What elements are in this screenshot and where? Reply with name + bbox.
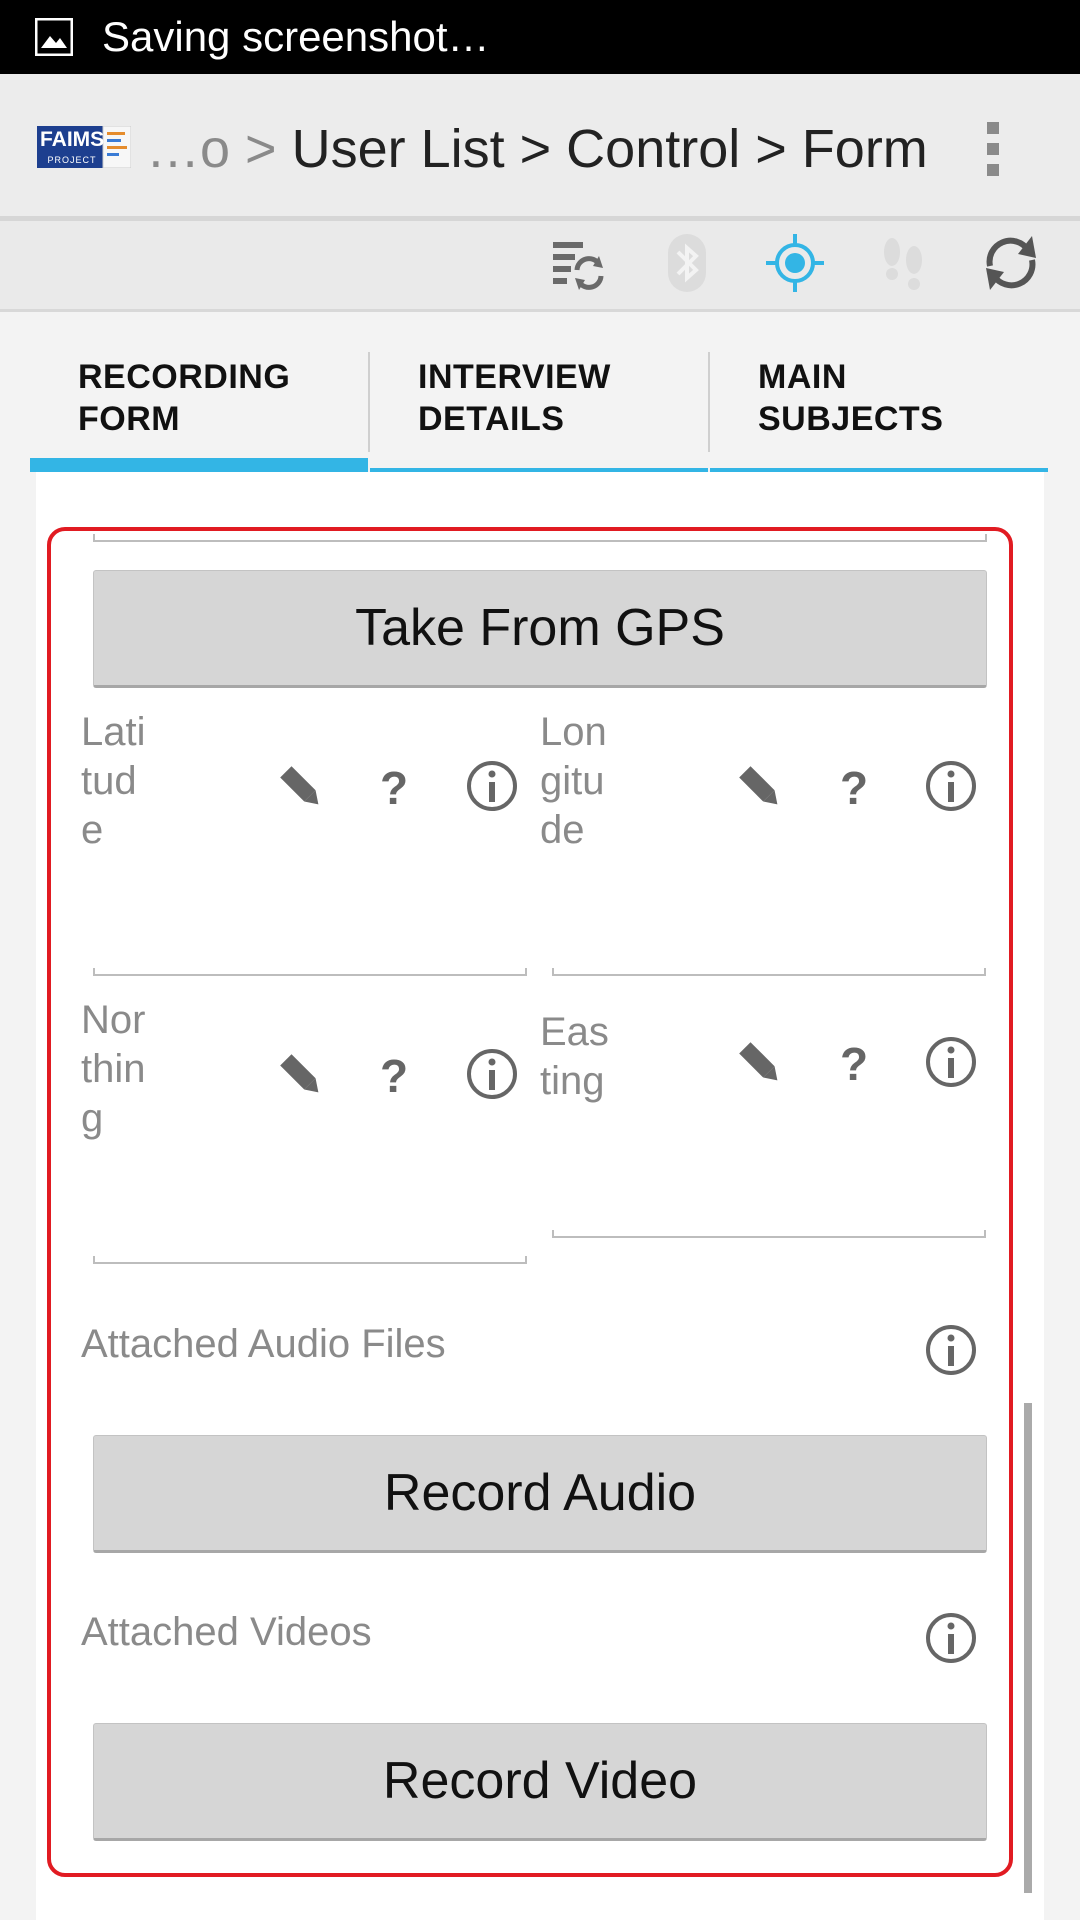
action-bar: FAIMS PROJECT …o > User List > Control >… [0, 74, 1080, 221]
status-toolbar [0, 221, 1080, 312]
logo-text: FAIMS [40, 128, 105, 151]
logo-subtext: PROJECT [47, 155, 97, 165]
tab-label-line: DETAILS [418, 400, 565, 438]
breadcrumb-prefix[interactable]: …o > [146, 119, 277, 179]
bluetooth-icon[interactable] [656, 232, 718, 294]
status-text: Saving screenshot… [102, 13, 490, 60]
footsteps-icon[interactable] [872, 232, 934, 294]
image-icon [35, 18, 73, 56]
tab-label-line: RECORDING [78, 358, 291, 396]
scrollbar[interactable] [1024, 1403, 1032, 1893]
refresh-icon[interactable] [980, 232, 1042, 294]
highlight-box [47, 527, 1013, 1877]
tab-label-line: MAIN [758, 358, 847, 396]
tab-indicator [30, 458, 368, 472]
tab-label: RECORDING FORM [78, 356, 290, 440]
overflow-menu-icon[interactable] [978, 116, 1008, 182]
breadcrumb-path[interactable]: User List > Control > Form [292, 119, 928, 179]
tab-interview-details[interactable]: INTERVIEW DETAILS [368, 312, 708, 472]
tab-label-line: SUBJECTS [758, 400, 944, 438]
tab-divider [368, 352, 370, 452]
tab-label: INTERVIEW DETAILS [418, 356, 611, 440]
sync-settings-icon[interactable] [547, 232, 609, 294]
tab-divider [708, 352, 710, 452]
tab-main-subjects[interactable]: MAIN SUBJECTS [708, 312, 1048, 472]
status-bar: Saving screenshot… [0, 0, 1080, 74]
tab-label-line: INTERVIEW [418, 358, 611, 396]
tab-label-line: FORM [78, 400, 181, 438]
tab-bar: RECORDING FORM INTERVIEW DETAILS MAIN SU… [30, 312, 1050, 472]
tab-recording-form[interactable]: RECORDING FORM [30, 312, 368, 472]
gps-icon[interactable] [764, 232, 826, 294]
breadcrumb[interactable]: …o > User List > Control > Form [146, 116, 928, 182]
tab-label: MAIN SUBJECTS [758, 356, 943, 440]
